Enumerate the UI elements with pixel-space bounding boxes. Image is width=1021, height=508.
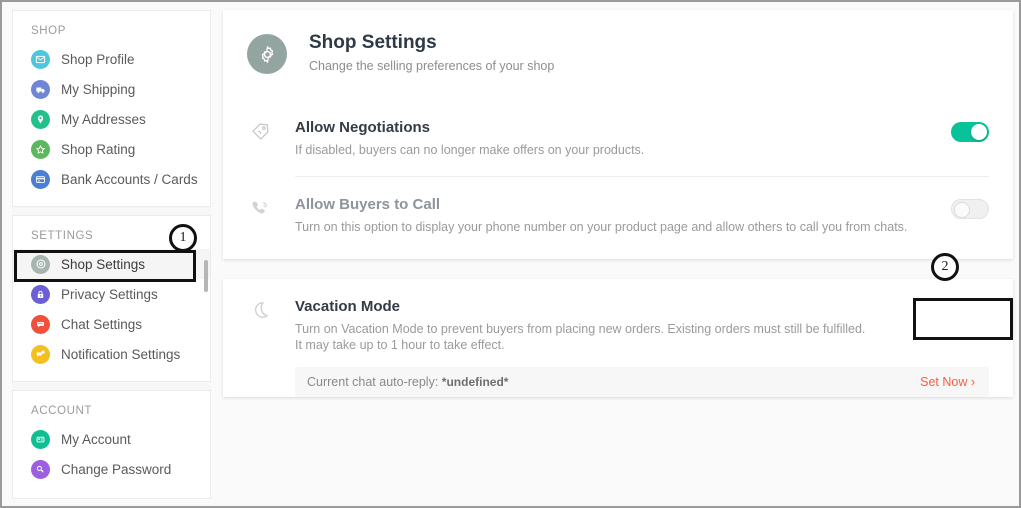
location-pin-icon (31, 110, 50, 129)
moon-icon (247, 300, 273, 320)
app-window: SHOP Shop Profile My Shipping My Address… (0, 0, 1021, 508)
price-tag-icon (247, 121, 273, 142)
sidebar-item-shop-rating[interactable]: Shop Rating (13, 134, 210, 164)
auto-reply-bar: Current chat auto-reply: *undefined* Set… (295, 367, 989, 397)
key-icon (31, 460, 50, 479)
sidebar-item-my-addresses[interactable]: My Addresses (13, 104, 210, 134)
sidebar-item-my-shipping[interactable]: My Shipping (13, 74, 210, 104)
callout-badge-2: 2 (931, 253, 959, 281)
sidebar-item-shop-profile[interactable]: Shop Profile (13, 44, 210, 74)
toggle-knob (936, 304, 952, 320)
chat-bubble-icon (31, 315, 50, 334)
setting-title: Allow Buyers to Call (295, 195, 951, 214)
setting-title: Allow Negotiations (295, 118, 951, 137)
toggle-allow-buyers-to-call[interactable] (951, 199, 989, 219)
set-now-link[interactable]: Set Now › (920, 375, 975, 389)
toggle-knob (971, 124, 987, 140)
setting-description-line1: Turn on Vacation Mode to prevent buyers … (295, 321, 933, 337)
page-subtitle: Change the selling preferences of your s… (309, 59, 554, 73)
sidebar-item-label: Change Password (61, 462, 171, 477)
lock-icon (31, 285, 50, 304)
sidebar-item-label: My Shipping (61, 82, 135, 97)
toggle-allow-negotiations[interactable] (951, 122, 989, 142)
setting-row-vacation-mode: Vacation Mode Turn on Vacation Mode to p… (223, 279, 1013, 353)
phone-call-icon (247, 198, 273, 219)
sidebar-item-shop-settings[interactable]: Shop Settings (13, 249, 210, 279)
setting-title: Vacation Mode (295, 297, 933, 316)
sidebar-item-privacy-settings[interactable]: Privacy Settings (13, 279, 210, 309)
settings-card-vacation: Vacation Mode Turn on Vacation Mode to p… (223, 279, 1013, 397)
star-rating-icon (31, 140, 50, 159)
setting-row-allow-buyers-to-call: Allow Buyers to Call Turn on this option… (223, 177, 1013, 259)
sidebar-scrollbar-thumb[interactable] (204, 260, 208, 292)
toggle-knob (954, 202, 970, 218)
sidebar-item-change-password[interactable]: Change Password (13, 454, 210, 484)
settings-card-primary: Shop Settings Change the selling prefere… (223, 10, 1013, 259)
auto-reply-label: Current chat auto-reply: (307, 375, 438, 389)
sidebar-item-chat-settings[interactable]: Chat Settings (13, 309, 210, 339)
bell-alert-icon (31, 345, 50, 364)
auto-reply-text: Current chat auto-reply: *undefined* (307, 375, 508, 389)
sidebar-item-label: My Account (61, 432, 131, 447)
sidebar-group-shop: SHOP Shop Profile My Shipping My Address… (12, 10, 211, 207)
sidebar-group-title-shop: SHOP (13, 11, 210, 44)
sidebar-item-label: Shop Rating (61, 142, 135, 157)
sidebar-item-bank-accounts-cards[interactable]: Bank Accounts / Cards (13, 164, 210, 194)
sidebar-item-label: Shop Profile (61, 52, 135, 67)
sidebar-item-label: Privacy Settings (61, 287, 158, 302)
page-title: Shop Settings (309, 32, 554, 54)
sidebar-item-notification-settings[interactable]: Notification Settings (13, 339, 210, 369)
main-content: Shop Settings Change the selling prefere… (223, 10, 1013, 493)
sidebar-group-account: ACCOUNT My Account Change Password (12, 390, 211, 499)
sidebar-item-label: Notification Settings (61, 347, 180, 362)
gear-icon (31, 255, 50, 274)
setting-description: If disabled, buyers can no longer make o… (295, 142, 951, 158)
sidebar-item-label: Bank Accounts / Cards (61, 172, 198, 187)
gear-icon (247, 34, 287, 74)
sidebar-item-label: Chat Settings (61, 317, 142, 332)
shop-profile-icon (31, 50, 50, 69)
setting-description-line2: It may take up to 1 hour to take effect. (295, 337, 933, 353)
id-card-icon (31, 430, 50, 449)
toggle-vacation-mode[interactable] (933, 301, 971, 321)
page-header: Shop Settings Change the selling prefere… (223, 10, 1013, 100)
callout-badge-1: 1 (169, 224, 197, 252)
bank-card-icon (31, 170, 50, 189)
setting-row-allow-negotiations: Allow Negotiations If disabled, buyers c… (223, 100, 1013, 176)
sidebar-group-title-account: ACCOUNT (13, 391, 210, 424)
setting-description: Turn on this option to display your phon… (295, 219, 951, 235)
auto-reply-value: *undefined* (442, 375, 509, 389)
sidebar-item-label: My Addresses (61, 112, 146, 127)
shipping-truck-icon (31, 80, 50, 99)
sidebar-item-label: Shop Settings (61, 257, 145, 272)
sidebar-item-my-account[interactable]: My Account (13, 424, 210, 454)
